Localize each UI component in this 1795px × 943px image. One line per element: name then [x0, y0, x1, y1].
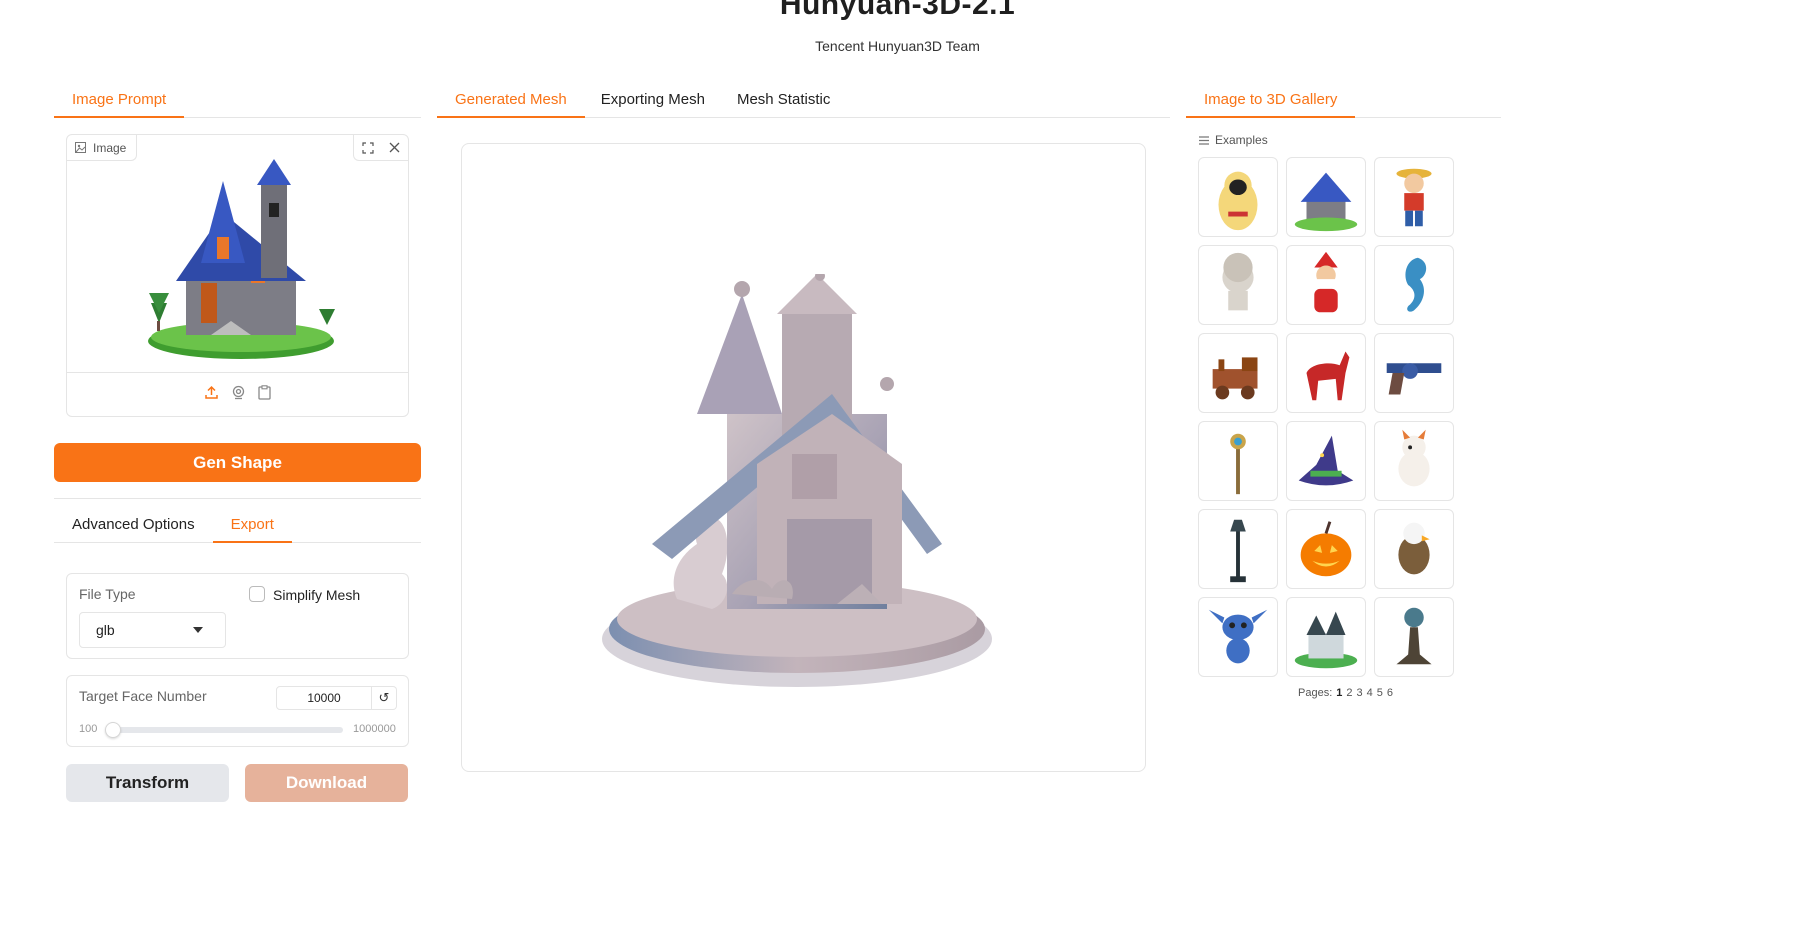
- page-link-6[interactable]: 6: [1387, 687, 1393, 699]
- red-horse-image: [1306, 351, 1350, 401]
- castle-image: [1294, 611, 1358, 669]
- page-link-5[interactable]: 5: [1377, 687, 1383, 699]
- image-label: Image: [67, 135, 138, 161]
- tab-image-to-3d-gallery[interactable]: Image to 3D Gallery: [1186, 91, 1356, 118]
- mesh-viewer[interactable]: [461, 143, 1146, 772]
- examples-header: Examples: [1199, 133, 1268, 147]
- image-toolbar: [353, 135, 408, 161]
- example-thumb-santa-claus[interactable]: [1286, 245, 1366, 325]
- export-settings-panel: File Type glb Simplify Mesh: [66, 573, 409, 659]
- example-thumb-steam-locomotive[interactable]: [1198, 333, 1278, 413]
- example-thumb-red-horse[interactable]: [1286, 333, 1366, 413]
- straw-hat-pirate-image: [1396, 168, 1432, 227]
- webcam-icon[interactable]: [231, 385, 246, 404]
- marble-bust-image: [1222, 252, 1254, 311]
- options-tabbar: Advanced Options Export: [54, 506, 421, 543]
- pages-label: Pages:: [1298, 687, 1333, 699]
- transform-button[interactable]: Transform: [66, 764, 229, 802]
- page-link-2[interactable]: 2: [1346, 687, 1352, 699]
- target-face-label: Target Face Number: [79, 688, 207, 704]
- image-upload-panel[interactable]: Image: [66, 134, 409, 417]
- example-thumb-marble-bust[interactable]: [1198, 245, 1278, 325]
- file-type-value: glb: [96, 622, 115, 638]
- page-link-3[interactable]: 3: [1357, 687, 1363, 699]
- target-face-slider[interactable]: [111, 727, 343, 733]
- example-thumb-jack-o-lantern[interactable]: [1286, 509, 1366, 589]
- example-thumb-straw-hat-pirate[interactable]: [1374, 157, 1454, 237]
- simplify-mesh-checkbox[interactable]: [249, 586, 265, 602]
- seahorse-image: [1405, 257, 1427, 312]
- steam-locomotive-image: [1212, 357, 1258, 400]
- example-thumb-revolver[interactable]: [1374, 333, 1454, 413]
- tab-image-prompt[interactable]: Image Prompt: [54, 91, 185, 118]
- file-type-label: File Type: [79, 586, 136, 602]
- target-face-panel: Target Face Number 10000 ↺ 100 1000000: [66, 675, 409, 747]
- right-tabbar: Image to 3D Gallery: [1186, 76, 1501, 118]
- slider-min-label: 100: [79, 723, 98, 735]
- blue-roof-house-image: [1294, 172, 1358, 232]
- target-face-input[interactable]: 10000: [276, 686, 372, 710]
- close-icon[interactable]: [381, 135, 408, 160]
- fullscreen-icon[interactable]: [354, 135, 381, 160]
- file-type-dropdown[interactable]: glb: [79, 612, 226, 648]
- image-icon: [75, 142, 86, 153]
- app-title: Hunyuan-3D-2.1: [779, 0, 1016, 21]
- app-subtitle: Tencent Hunyuan3D Team: [815, 38, 980, 54]
- example-thumb-castle[interactable]: [1286, 597, 1366, 677]
- example-thumb-seahorse[interactable]: [1374, 245, 1454, 325]
- jack-o-lantern-image: [1300, 521, 1352, 577]
- uploaded-image-house: [148, 159, 335, 359]
- example-thumb-ornate-staff[interactable]: [1198, 421, 1278, 501]
- clipboard-icon[interactable]: [258, 385, 271, 404]
- image-source-bar: [67, 372, 408, 416]
- slider-thumb[interactable]: [105, 722, 122, 738]
- left-tabbar: Image Prompt: [54, 76, 421, 118]
- baby-dragon-image: [1398, 429, 1430, 487]
- tab-mesh-statistic[interactable]: Mesh Statistic: [721, 91, 846, 118]
- center-tabbar: Generated Mesh Exporting Mesh Mesh Stati…: [437, 76, 1170, 118]
- revolver-image: [1386, 363, 1442, 395]
- generated-mesh-render: [602, 274, 992, 687]
- gallery-pagination: Pages: 1 2 3 4 5 6: [1298, 687, 1393, 699]
- simplify-mesh-label: Simplify Mesh: [273, 587, 361, 603]
- page-link-4[interactable]: 4: [1367, 687, 1373, 699]
- example-thumb-street-lamp[interactable]: [1198, 509, 1278, 589]
- eagle-image: [1398, 522, 1430, 575]
- penguin-image: [1218, 171, 1258, 231]
- divider: [54, 498, 421, 499]
- street-lamp-image: [1230, 519, 1246, 583]
- image-label-text: Image: [93, 140, 127, 155]
- page-link-1[interactable]: 1: [1336, 687, 1342, 699]
- gen-shape-button[interactable]: Gen Shape: [54, 443, 421, 482]
- example-thumb-blue-alien[interactable]: [1198, 597, 1278, 677]
- list-icon: [1199, 135, 1209, 145]
- slider-max-label: 1000000: [353, 723, 396, 735]
- example-thumb-baby-dragon[interactable]: [1374, 421, 1454, 501]
- example-thumb-eagle[interactable]: [1374, 509, 1454, 589]
- tab-advanced-options[interactable]: Advanced Options: [54, 516, 213, 543]
- example-thumb-crystal-ball-tree[interactable]: [1374, 597, 1454, 677]
- examples-label: Examples: [1215, 133, 1268, 147]
- upload-icon[interactable]: [204, 385, 219, 404]
- example-thumb-penguin[interactable]: [1198, 157, 1278, 237]
- blue-alien-image: [1208, 609, 1268, 664]
- tab-exporting-mesh[interactable]: Exporting Mesh: [585, 91, 721, 118]
- example-thumb-blue-roof-house[interactable]: [1286, 157, 1366, 237]
- wizard-hat-image: [1298, 435, 1354, 486]
- chevron-down-icon: [193, 627, 203, 633]
- crystal-ball-tree-image: [1396, 607, 1432, 665]
- reset-icon[interactable]: ↺: [372, 686, 397, 710]
- tab-export[interactable]: Export: [212, 516, 292, 543]
- tab-generated-mesh[interactable]: Generated Mesh: [437, 91, 585, 118]
- ornate-staff-image: [1230, 433, 1246, 495]
- download-button[interactable]: Download: [245, 764, 408, 802]
- santa-claus-image: [1314, 251, 1338, 313]
- example-thumb-wizard-hat[interactable]: [1286, 421, 1366, 501]
